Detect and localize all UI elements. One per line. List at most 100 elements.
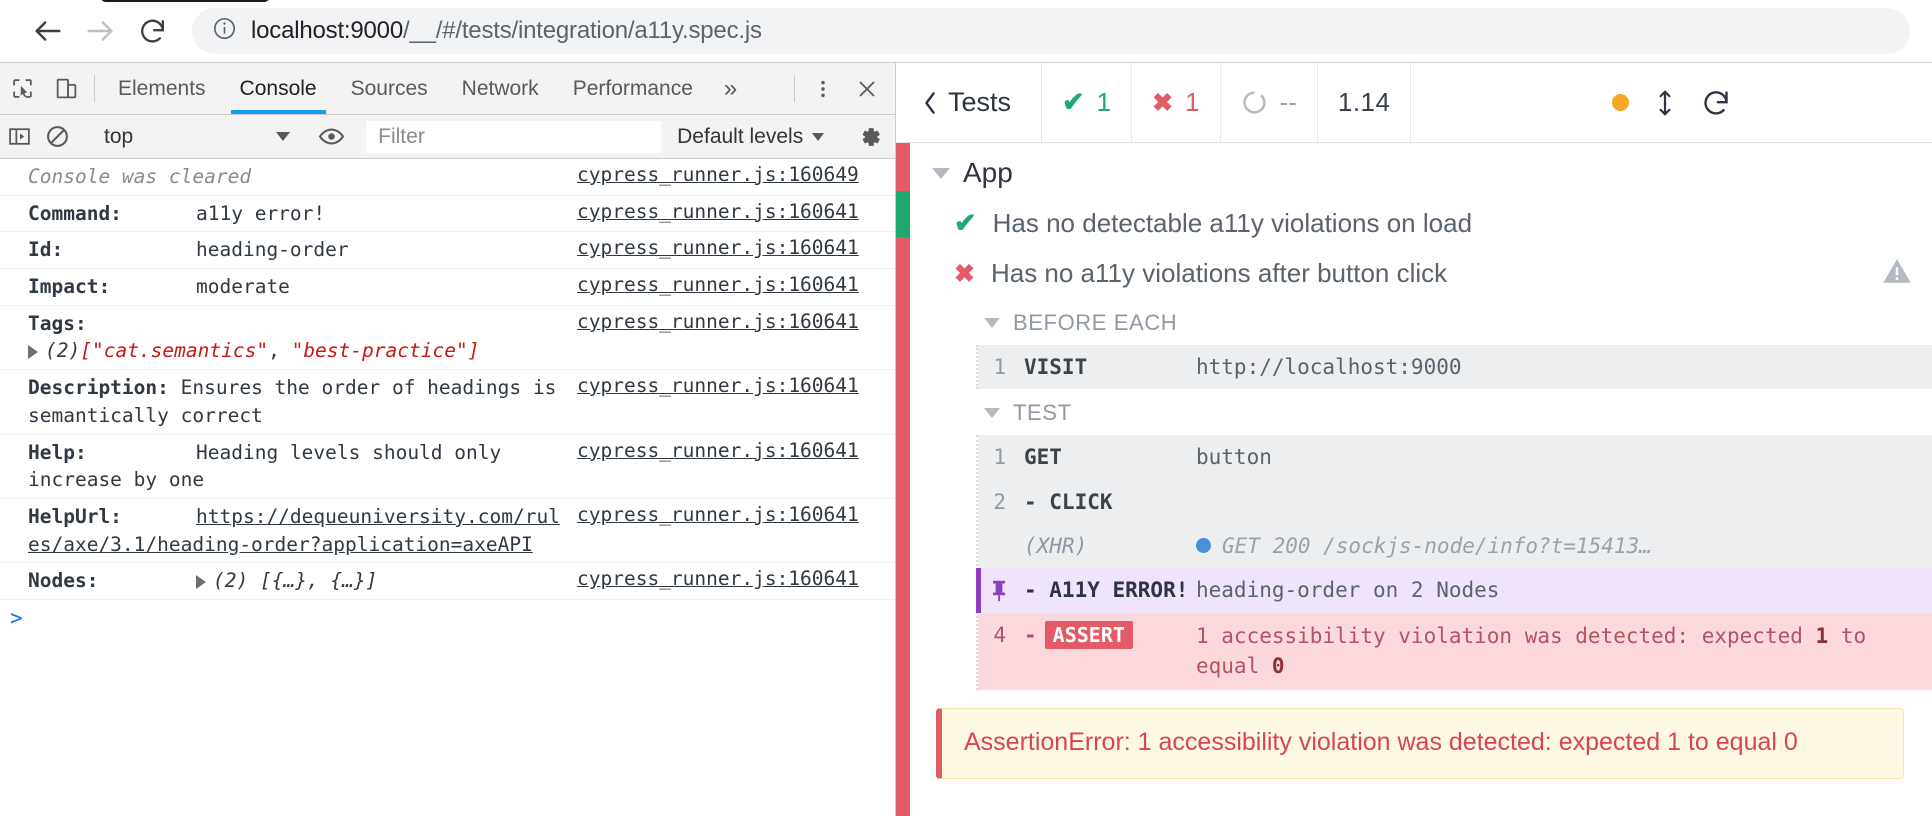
suite-row-app[interactable]: App [910,143,1932,199]
console-sidebar-button[interactable] [0,124,39,149]
devtools-tabbar: Elements Console Sources Network Perform… [0,63,895,115]
prompt-caret-icon: > [10,605,23,630]
tab-sources[interactable]: Sources [334,63,445,114]
url-host: localhost:9000 [251,17,403,44]
clear-console-icon [47,126,69,147]
console-source-link[interactable]: cypress_runner.js:160641 [577,439,895,462]
kv-label: Description: [28,376,169,400]
console-kv-row: Impact: moderate [28,273,577,301]
warning-triangle-icon[interactable] [1882,257,1912,290]
viewport-size-icon[interactable] [1655,88,1675,118]
console-prompt[interactable]: > [0,600,895,636]
collapse-triangle-icon[interactable] [984,408,1000,419]
console-levels-select[interactable]: Default levels [663,125,838,149]
x-icon: ✖ [1152,88,1174,117]
command-row-get[interactable]: 1 GET button [978,435,1932,480]
source-link-anchor[interactable]: cypress_runner.js:160641 [577,310,859,333]
console-source-link[interactable]: cypress_runner.js:160641 [577,200,895,223]
command-name: - CLICK [1024,489,1113,514]
tabbar-end-pad [889,63,895,114]
chevron-down-icon [275,132,290,141]
tab-elements[interactable]: Elements [101,63,223,114]
url-bar[interactable]: localhost:9000/__/#/tests/integration/a1… [192,8,1910,54]
command-row-xhr[interactable]: (XHR) GET 200 /sockjs-node/info?t=15413… [978,524,1932,569]
back-to-tests-button[interactable]: Tests [896,63,1043,142]
console-tags-row: Tags: (2)["cat.semantics", "best-practice… [28,310,577,365]
tab-overflow-button[interactable]: » [710,63,751,114]
console-row-nodes: Nodes: (2) [{…}, {…}] cypress_runner.js:1… [0,563,895,600]
tab-network[interactable]: Network [445,63,556,114]
kv-value: moderate [196,275,290,299]
tags-separator: , [268,339,292,363]
expand-triangle-icon[interactable] [28,344,38,359]
chevron-down-icon-levels [812,132,825,141]
tab-console[interactable]: Console [223,63,334,114]
source-link-anchor[interactable]: cypress_runner.js:160641 [577,439,859,462]
console-source-link[interactable]: cypress_runner.js:160641 [577,310,895,333]
clear-console-button[interactable] [39,124,78,149]
console-context-select[interactable]: top [90,125,300,149]
kv-label: Nodes: [28,569,99,593]
hook-label-test[interactable]: TEST [972,389,1932,435]
stripe-segment-failed-top [896,143,910,191]
command-row[interactable]: 1 VISIT http://localhost:9000 [978,345,1932,390]
tag-item-1: "best-practice" [291,339,468,363]
test-row-failed[interactable]: ✖ Has no a11y violations after button cl… [910,248,1932,299]
console-levels-value: Default levels [677,124,804,148]
console-source-link[interactable]: cypress_runner.js:160641 [577,273,895,296]
pending-count: -- [1279,87,1297,117]
devtools-more-button[interactable] [801,63,845,114]
passed-stat: ✔ 1 [1042,63,1133,142]
browser-forward-button[interactable] [74,5,126,57]
live-expression-button[interactable] [313,123,352,150]
console-row-command: Command: a11y error! cypress_runner.js:16… [0,196,895,233]
devtools-close-button[interactable] [845,63,889,114]
console-kv-row: Id: heading-order [28,236,577,264]
source-link-anchor[interactable]: cypress_runner.js:160641 [577,236,859,259]
selector-playground-icon[interactable] [1612,94,1630,111]
console-source-link[interactable]: cypress_runner.js:160641 [577,374,895,397]
source-link-anchor[interactable]: cypress_runner.js:160641 [577,503,859,526]
console-filter-input[interactable] [366,120,662,153]
tags-count: (2) [45,339,81,363]
expand-triangle-icon[interactable] [196,574,206,589]
live-expression-eye-icon [319,128,345,145]
device-toolbar-button[interactable] [44,63,88,114]
console-cleared-message: Console was cleared [28,165,252,188]
console-row-helpurl: HelpUrl: https://dequeuniversity.com/rule… [0,499,895,564]
source-link-anchor[interactable]: cypress_runner.js:160641 [577,567,859,590]
console-source-link[interactable]: cypress_runner.js:160641 [577,503,895,526]
console-source-link[interactable]: cypress_runner.js:160641 [577,567,895,590]
close-icon [859,81,875,96]
assert-text-1: 1 accessibility violation was detected: … [1196,623,1816,648]
command-number: 2 [993,489,1006,514]
browser-back-button[interactable] [22,5,74,57]
console-log[interactable]: Console was cleared cypress_runner.js:16… [0,159,895,816]
source-link-anchor[interactable]: cypress_runner.js:160641 [577,374,859,397]
cypress-runner-panel: Tests ✔ 1 ✖ 1 -- 1.14 App ✔ Has no detec… [896,63,1932,816]
console-context-value: top [104,124,134,148]
source-link-anchor[interactable]: cypress_runner.js:160641 [577,273,859,296]
command-row-assert[interactable]: 4 - ASSERT 1 accessibility violation was … [978,612,1932,690]
hook-label-before-each[interactable]: BEFORE EACH [972,299,1932,345]
toolbar-divider [94,75,95,102]
test-row-passed[interactable]: ✔ Has no detectable a11y violations on l… [910,199,1932,248]
command-number: 1 [993,445,1006,470]
tabbar-spacer [751,63,788,114]
browser-reload-button[interactable] [126,5,178,57]
source-link-anchor[interactable]: cypress_runner.js:160641 [577,200,859,223]
console-source-link[interactable]: cypress_runner.js:160641 [577,236,895,259]
source-link-anchor[interactable]: cypress_runner.js:160649 [577,163,859,186]
collapse-triangle-icon[interactable] [932,167,950,179]
collapse-triangle-icon[interactable] [984,318,1000,328]
tab-performance[interactable]: Performance [556,63,710,114]
console-kv-row: Description: Ensures the order of headin… [28,374,577,429]
tags-open: [ [80,339,92,363]
console-settings-button[interactable] [851,124,890,150]
more-vertical-icon [821,80,825,97]
inspect-element-button[interactable] [0,63,44,114]
restart-icon[interactable] [1701,88,1731,118]
command-row-a11y-error[interactable]: - A11Y ERROR! heading-order on 2 Nodes [976,568,1932,613]
console-source-link[interactable]: cypress_runner.js:160649 [577,163,895,186]
command-row-click[interactable]: 2 - CLICK [978,479,1932,525]
